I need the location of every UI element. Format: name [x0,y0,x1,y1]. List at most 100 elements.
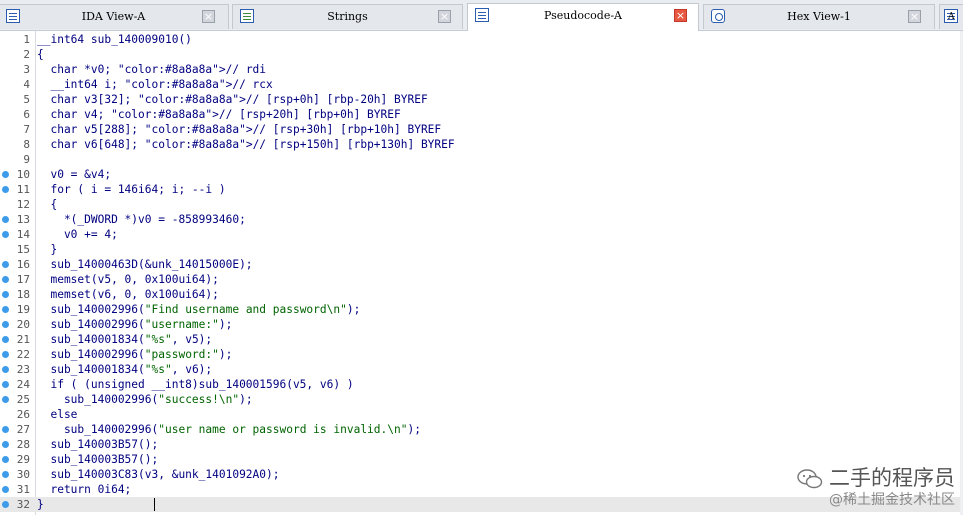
line-number: 28 [16,438,30,451]
breakpoint-dot-icon[interactable] [2,456,9,463]
code-line[interactable]: 2{ [0,47,963,62]
line-number: 27 [16,423,30,436]
code-line[interactable]: 5 char v3[32]; "color:#8a8a8a">// [rsp+0… [0,92,963,107]
code-text: memset(v5, 0, 0x100ui64); [37,273,219,286]
code-text: char v5[288]; "color:#8a8a8a">// [rsp+30… [37,123,442,136]
code-text: char v6[648]; "color:#8a8a8a">// [rsp+15… [37,138,455,151]
breakpoint-dot-icon[interactable] [2,216,9,223]
breakpoint-dot-icon[interactable] [2,306,9,313]
line-number: 2 [23,48,30,61]
code-text: return 0i64; [37,483,132,496]
line-number: 29 [16,453,30,466]
watermark: 二手的程序员 @稀土掘金技术社区 [797,465,955,509]
line-number: 9 [23,153,30,166]
code-text: sub_14000463D(&unk_14015000E); [37,258,253,271]
line-number: 15 [16,243,30,256]
code-line[interactable]: 22 sub_140002996("password:"); [0,347,963,362]
breakpoint-dot-icon[interactable] [2,471,9,478]
tab-pseudocode-a[interactable]: Pseudocode-A × [467,3,699,31]
line-number: 11 [16,183,30,196]
line-number: 13 [16,213,30,226]
code-text: } [37,498,44,511]
close-icon[interactable]: × [674,9,687,22]
tab-hex-view-1[interactable]: Hex View-1 × [703,4,935,29]
code-line[interactable]: 7 char v5[288]; "color:#8a8a8a">// [rsp+… [0,122,963,137]
pseudocode-view[interactable]: 1 __int64 sub_140009010() 2{3 char *v0; "c… [0,31,963,515]
close-icon[interactable]: × [438,10,451,23]
code-line[interactable]: 8 char v6[648]; "color:#8a8a8a">// [rsp+… [0,137,963,152]
line-number: 23 [16,363,30,376]
code-line[interactable]: 6 char v4; "color:#8a8a8a">// [rsp+20h] … [0,107,963,122]
breakpoint-dot-icon[interactable] [2,276,9,283]
tab-label: IDA View-A [81,10,146,23]
line-number: 26 [16,408,30,421]
code-line[interactable]: 9 [0,152,963,167]
code-line[interactable]: 17 memset(v5, 0, 0x100ui64); [0,272,963,287]
line-number: 10 [16,168,30,181]
code-text: sub_140002996("user name or password is … [37,423,421,436]
code-line[interactable]: 21 sub_140001834("%s", v5); [0,332,963,347]
code-line[interactable]: 28 sub_140003B57(); [0,437,963,452]
code-line[interactable]: 10 v0 = &v4; [0,167,963,182]
breakpoint-dot-icon[interactable] [2,486,9,493]
code-line[interactable]: 18 memset(v6, 0, 0x100ui64); [0,287,963,302]
line-number: 5 [23,93,30,106]
breakpoint-dot-icon[interactable] [2,501,9,508]
breakpoint-dot-icon[interactable] [2,396,9,403]
tab-structures[interactable]: A [939,4,963,29]
breakpoint-dot-icon[interactable] [2,381,9,388]
line-number: 22 [16,348,30,361]
line-number: 14 [16,228,30,241]
breakpoint-dot-icon[interactable] [2,441,9,448]
breakpoint-dot-icon[interactable] [2,291,9,298]
code-line[interactable]: 26 else [0,407,963,422]
code-text: __int64 i; "color:#8a8a8a">// rcx [37,78,273,91]
tab-strings[interactable]: Strings × [232,4,463,29]
code-line[interactable]: 11 for ( i = 146i64; i; --i ) [0,182,963,197]
breakpoint-dot-icon[interactable] [2,366,9,373]
code-text: sub_140002996("Find username and passwor… [37,303,361,316]
code-text: sub_140002996("password:"); [37,348,233,361]
tab-label: A [948,12,955,22]
breakpoint-dot-icon[interactable] [2,171,9,178]
code-line[interactable]: 20 sub_140002996("username:"); [0,317,963,332]
code-line[interactable]: 15 } [0,242,963,257]
code-line[interactable]: 24 if ( (unsigned __int8)sub_140001596(v… [0,377,963,392]
line-number: 31 [16,483,30,496]
code-text: memset(v6, 0, 0x100ui64); [37,288,219,301]
line-number: 20 [16,318,30,331]
line-number: 16 [16,258,30,271]
code-text: *(_DWORD *)v0 = -858993460; [37,213,246,226]
code-text: else [37,408,78,421]
code-line[interactable]: 12 { [0,197,963,212]
code-line[interactable]: 4 __int64 i; "color:#8a8a8a">// rcx [0,77,963,92]
close-icon[interactable]: × [908,10,921,23]
code-line[interactable]: 25 sub_140002996("success!\n"); [0,392,963,407]
code-line[interactable]: 23 sub_140001834("%s", v6); [0,362,963,377]
breakpoint-dot-icon[interactable] [2,321,9,328]
breakpoint-dot-icon[interactable] [2,261,9,268]
breakpoint-dot-icon[interactable] [2,426,9,433]
line-number: 8 [23,138,30,151]
code-line[interactable]: 1 __int64 sub_140009010() [0,32,963,47]
code-line[interactable]: 3 char *v0; "color:#8a8a8a">// rdi [0,62,963,77]
line-number: 3 [23,63,30,76]
code-text: { [37,48,44,61]
line-number: 17 [16,273,30,286]
code-line[interactable]: 27 sub_140002996("user name or password … [0,422,963,437]
text-cursor [154,498,155,511]
code-line[interactable]: 19 sub_140002996("Find username and pass… [0,302,963,317]
breakpoint-dot-icon[interactable] [2,336,9,343]
close-icon[interactable]: × [202,10,215,23]
line-number: 12 [16,198,30,211]
breakpoint-dot-icon[interactable] [2,231,9,238]
code-line[interactable]: 14 v0 += 4; [0,227,963,242]
line-number: 4 [23,78,30,91]
line-number: 24 [16,378,30,391]
code-line[interactable]: 16 sub_14000463D(&unk_14015000E); [0,257,963,272]
breakpoint-dot-icon[interactable] [2,351,9,358]
tab-bar: IDA View-A × Strings × Pseudocode-A × He… [0,0,963,31]
code-line[interactable]: 13 *(_DWORD *)v0 = -858993460; [0,212,963,227]
breakpoint-dot-icon[interactable] [2,186,9,193]
tab-ida-view-a[interactable]: IDA View-A × [0,4,229,29]
